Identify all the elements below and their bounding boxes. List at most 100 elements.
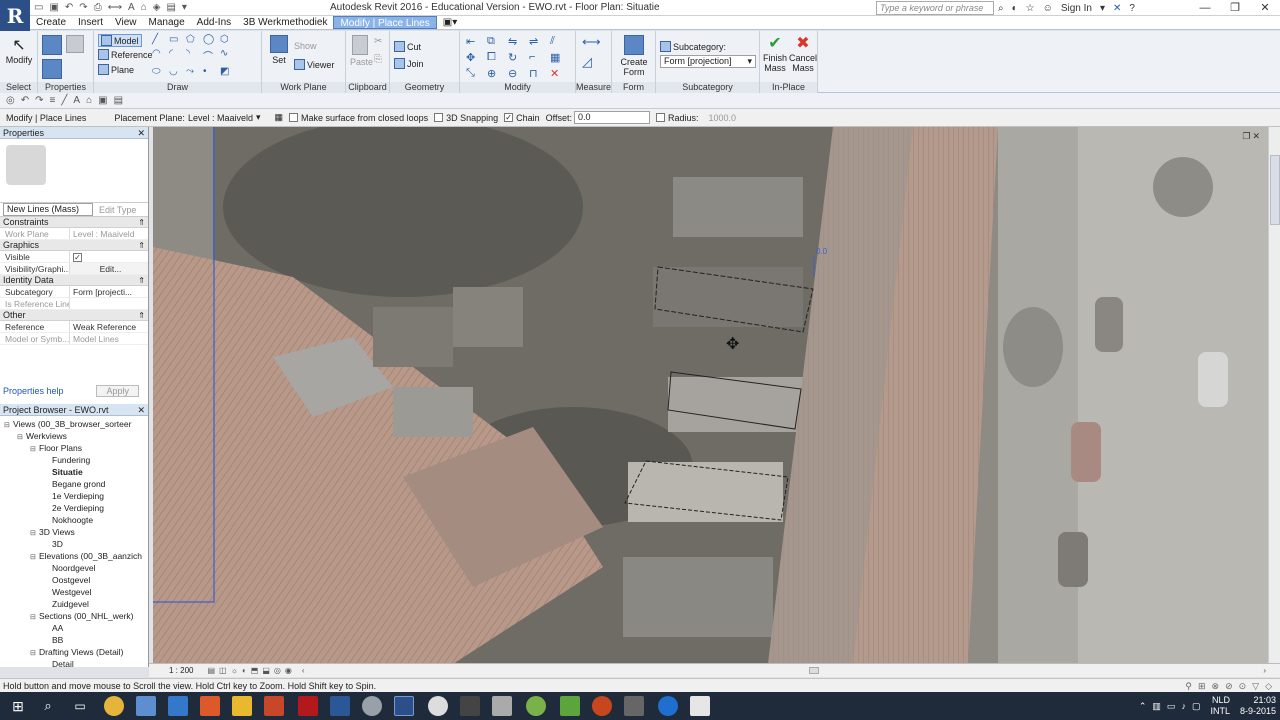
open-icon[interactable]: ▭	[34, 2, 43, 15]
properties-button[interactable]	[42, 35, 62, 57]
windows-start-icon[interactable]: ⊞	[8, 696, 28, 716]
design-options-icon[interactable]: ⊞	[1198, 679, 1206, 693]
subscription-icon[interactable]: ◐	[1012, 3, 1018, 14]
select-pinned-icon[interactable]: ⊙	[1239, 679, 1247, 693]
browser-item[interactable]: AA	[0, 622, 148, 634]
sun-path-icon[interactable]: ☼	[231, 666, 238, 675]
clock[interactable]: 21:03 8-9-2015	[1240, 695, 1276, 717]
select-underlay-icon[interactable]: ⊘	[1225, 679, 1233, 693]
browser-item[interactable]: ⊟ 3D Views	[0, 526, 148, 538]
shadows-icon[interactable]: ◐	[242, 666, 247, 675]
ellipse-tool-icon[interactable]: ⬭	[152, 66, 166, 77]
detail-line-icon[interactable]: ╱	[61, 95, 67, 106]
dropdown-icon[interactable]: ▾	[182, 2, 187, 15]
powerpoint-icon[interactable]	[264, 696, 284, 716]
horizontal-scroll-thumb[interactable]	[809, 667, 819, 674]
folder-icon[interactable]	[232, 696, 252, 716]
collapse-toggle-icon[interactable]: ⊟	[17, 432, 26, 442]
collapse-toggle-icon[interactable]: ⊟	[30, 444, 39, 454]
model-line-button[interactable]: Model	[98, 34, 142, 47]
undo-icon[interactable]: ↶	[65, 2, 73, 15]
mirror-axis-icon[interactable]: ⇋	[508, 35, 526, 48]
browser-item[interactable]: Noordgevel	[0, 562, 148, 574]
scale-button[interactable]: 1 : 200	[169, 666, 193, 675]
radius-checkbox[interactable]: Radius:	[656, 113, 699, 123]
visible-checkbox[interactable]: ✓	[73, 253, 82, 262]
browser-item[interactable]: BB	[0, 634, 148, 646]
vertical-scrollbar[interactable]	[1268, 127, 1280, 664]
tab-add-ins[interactable]: Add-Ins	[191, 16, 237, 29]
property-value[interactable]: Weak Reference	[69, 321, 148, 332]
tab-modify-place-lines[interactable]: Modify | Place Lines	[333, 16, 437, 29]
scroll-right-icon[interactable]: ›	[1263, 666, 1266, 675]
3d-orbit-icon[interactable]: ◎	[6, 95, 15, 106]
apply-button[interactable]: Apply	[96, 385, 139, 397]
copy-modify-icon[interactable]: ⧠	[487, 51, 505, 64]
tangent-arc-icon[interactable]: ◝	[186, 48, 200, 63]
browser-item[interactable]: Situatie	[0, 466, 148, 478]
property-value[interactable]	[69, 298, 148, 309]
browser-item[interactable]: 3D	[0, 538, 148, 550]
paste-button[interactable]: Paste	[350, 35, 373, 67]
browser-item[interactable]: 1e Verdieping	[0, 490, 148, 502]
redo-small-icon[interactable]: ↷	[35, 95, 43, 106]
minimize-button[interactable]: —	[1190, 0, 1220, 16]
3d-view-icon[interactable]: ⌂	[141, 2, 147, 15]
line-tool-icon[interactable]: ╱	[152, 34, 166, 45]
property-category[interactable]: Identity Data ⇑	[0, 275, 148, 286]
circle-tool-icon[interactable]: ◯	[203, 34, 217, 45]
browser-item[interactable]: ⊟ Floor Plans	[0, 442, 148, 454]
navigation-bar[interactable]	[1270, 155, 1280, 225]
point-tool-icon[interactable]: •	[203, 66, 217, 77]
plane-button[interactable]: Plane	[98, 64, 134, 75]
circumscribed-polygon-icon[interactable]: ⬡	[220, 34, 234, 45]
section-icon[interactable]: ◈	[153, 2, 161, 15]
messages-icon[interactable]: ▢	[1192, 701, 1201, 712]
print-icon[interactable]: ⎙	[94, 2, 102, 15]
browser-item[interactable]: Oostgevel	[0, 574, 148, 586]
property-value[interactable]: Level : Maaiveld	[69, 228, 148, 239]
app-icon[interactable]	[460, 696, 480, 716]
battery-icon[interactable]: ▭	[1167, 701, 1176, 712]
edit-type-button[interactable]: Edit Type	[99, 205, 136, 215]
temporary-hide-icon[interactable]: ◎	[274, 666, 281, 675]
arc-center-icon[interactable]: ◜	[169, 48, 183, 63]
partial-ellipse-icon[interactable]: ◡	[169, 66, 183, 77]
pick-workplane-icon[interactable]: ▦	[275, 112, 284, 123]
close-windows-icon[interactable]: ▤	[166, 2, 175, 15]
property-category[interactable]: Other ⇑	[0, 310, 148, 321]
language-indicator[interactable]: NLD INTL	[1210, 695, 1230, 717]
property-category[interactable]: Constraints ⇑	[0, 217, 148, 228]
split-icon[interactable]: ⫽	[550, 35, 568, 48]
subcategory-dropdown[interactable]: Form [projection] ▾	[660, 55, 756, 68]
3d-snapping-checkbox[interactable]: 3D Snapping	[434, 113, 498, 123]
pick-lines-icon[interactable]: ⤳	[186, 66, 200, 77]
cancel-mass-button[interactable]: ✖ Cancel Mass	[789, 35, 817, 73]
sign-in-link[interactable]: Sign In	[1061, 3, 1092, 14]
pin-icon[interactable]: ⊕	[487, 67, 505, 80]
search-icon[interactable]: ⌕	[998, 3, 1004, 14]
maximize-button[interactable]: ❐	[1220, 0, 1250, 16]
text-icon[interactable]: A	[128, 2, 135, 15]
join-geometry-button[interactable]: Join	[394, 58, 424, 69]
app-icon[interactable]	[526, 696, 546, 716]
offset-icon[interactable]: ⧉	[487, 35, 505, 48]
explorer-icon[interactable]	[136, 696, 156, 716]
help-icon[interactable]: ?	[1129, 3, 1135, 14]
rectangle-tool-icon[interactable]: ▭	[169, 34, 183, 45]
temporary-dimension-text[interactable]: 0.0	[816, 247, 828, 256]
scroll-left-icon[interactable]: ‹	[302, 666, 305, 675]
app-icon[interactable]	[690, 696, 710, 716]
revit-taskbar-icon[interactable]	[394, 696, 414, 716]
offset-input[interactable]: 0.0	[574, 111, 651, 124]
app-icon[interactable]	[362, 696, 382, 716]
type-filter-dropdown[interactable]: New Lines (Mass)	[3, 203, 93, 216]
search-icon[interactable]: ⌕	[38, 696, 58, 716]
chrome-icon[interactable]	[104, 696, 124, 716]
placement-plane-dropdown[interactable]: Level : Maaiveld ▾	[188, 112, 261, 123]
collapse-icon[interactable]: ⇑	[138, 310, 145, 321]
store-icon[interactable]	[168, 696, 188, 716]
star-icon[interactable]: ☆	[1026, 3, 1035, 14]
trim-extend-icon[interactable]: ⊓	[529, 67, 547, 80]
user-icon[interactable]: ☺	[1043, 3, 1053, 14]
